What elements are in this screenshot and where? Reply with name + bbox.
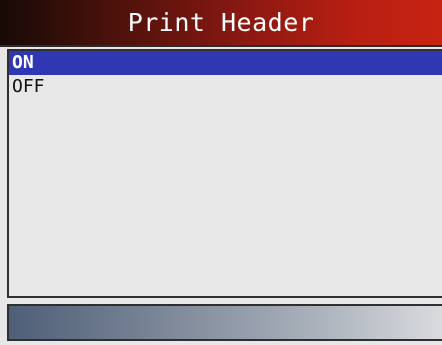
device-screen: Print Header ON OFF xyxy=(0,0,442,345)
screen-title: Print Header xyxy=(0,0,442,45)
menu-item-on[interactable]: ON xyxy=(9,51,442,75)
menu-item-off[interactable]: OFF xyxy=(9,75,442,99)
title-divider xyxy=(0,45,442,47)
menu-panel: ON OFF xyxy=(7,49,442,298)
status-bar xyxy=(7,304,442,341)
